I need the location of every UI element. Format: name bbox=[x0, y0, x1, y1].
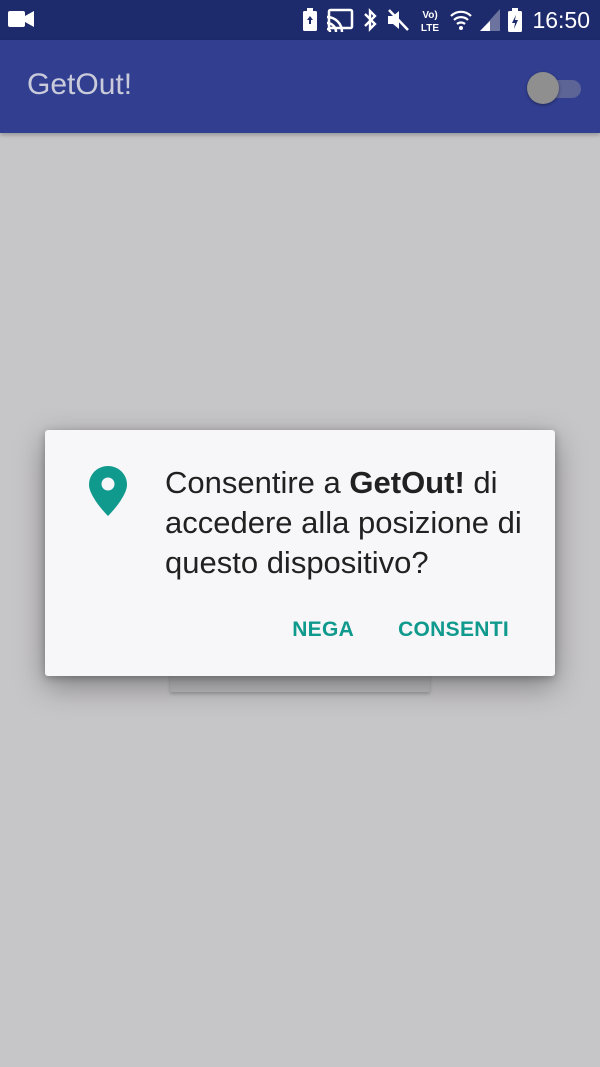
battery-icon bbox=[508, 8, 523, 32]
battery-saver-icon bbox=[302, 8, 318, 32]
app-title: GetOut! bbox=[27, 68, 133, 101]
app-bar: GetOut! bbox=[0, 40, 600, 133]
permission-dialog: Consentire a GetOut! di accedere alla po… bbox=[45, 430, 555, 676]
dialog-actions: NEGA CONSENTI bbox=[292, 618, 509, 642]
deny-button[interactable]: NEGA bbox=[292, 618, 354, 642]
svg-text:LTE: LTE bbox=[421, 23, 439, 33]
dialog-app-name: GetOut! bbox=[349, 465, 465, 500]
wifi-icon bbox=[450, 9, 473, 31]
bluetooth-icon bbox=[362, 8, 378, 32]
svg-text:Vo): Vo) bbox=[423, 10, 438, 21]
mute-icon bbox=[386, 8, 410, 32]
cast-icon bbox=[326, 8, 354, 32]
status-bar: Vo) LTE 16:50 bbox=[0, 0, 600, 40]
dialog-message-prefix: Consentire a bbox=[165, 465, 350, 500]
screen: Vo) LTE 16:50 GetOut! Consentire a GetOu… bbox=[0, 0, 600, 1067]
volte-icon: Vo) LTE bbox=[418, 7, 442, 33]
status-icons: Vo) LTE 16:50 bbox=[302, 0, 590, 40]
toggle-thumb bbox=[527, 72, 559, 104]
status-time: 16:50 bbox=[532, 6, 590, 33]
video-camera-icon bbox=[8, 8, 34, 30]
allow-button[interactable]: CONSENTI bbox=[398, 618, 509, 642]
signal-icon bbox=[480, 9, 501, 31]
location-pin-icon bbox=[89, 466, 127, 516]
dialog-message: Consentire a GetOut! di accedere alla po… bbox=[165, 463, 535, 583]
location-toggle[interactable] bbox=[527, 72, 583, 104]
